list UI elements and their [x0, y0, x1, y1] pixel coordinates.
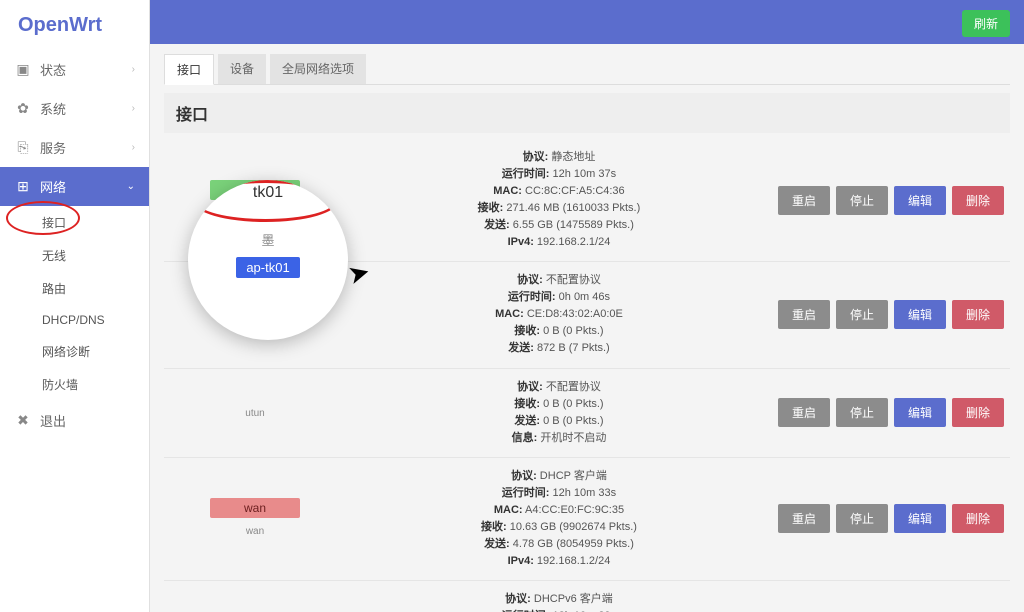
interface-actions: 重启停止编辑删除: [778, 300, 1004, 329]
interface-row: wan6wan协议: DHCPv6 客户端运行时间: 12h 10m 29sMA…: [164, 581, 1010, 612]
sidebar-sub-dhcp[interactable]: DHCP/DNS: [34, 305, 149, 335]
power-icon: ✖: [14, 412, 32, 429]
delete-button[interactable]: 删除: [952, 504, 1004, 533]
interface-actions: 重启停止编辑删除: [778, 186, 1004, 215]
tab-bar: 接口 设备 全局网络选项: [164, 54, 1010, 85]
restart-button[interactable]: 重启: [778, 186, 830, 215]
network-icon: ⊞: [14, 178, 32, 195]
sidebar-sub-firewall[interactable]: 防火墙: [34, 368, 149, 401]
sidebar-item-logout[interactable]: ✖ 退出: [0, 401, 149, 440]
stop-button[interactable]: 停止: [836, 186, 888, 215]
sidebar-item-system[interactable]: ✿ 系统 ›: [0, 89, 149, 128]
stop-button[interactable]: 停止: [836, 504, 888, 533]
chevron-right-icon: ›: [132, 64, 135, 75]
delete-button[interactable]: 删除: [952, 300, 1004, 329]
interface-stats: 协议: DHCPv6 客户端运行时间: 12h 10m 29sMAC: A4:C…: [340, 591, 778, 612]
chevron-right-icon: ›: [132, 103, 135, 114]
gear-icon: ✿: [14, 100, 32, 117]
brand-logo: OpenWrt: [0, 0, 149, 50]
sidebar-submenu-network: 接口 无线 路由 DHCP/DNS 网络诊断 防火墙: [0, 206, 149, 401]
sidebar-item-label: 状态: [40, 60, 66, 79]
restart-button[interactable]: 重启: [778, 398, 830, 427]
topbar: 刷新: [150, 0, 1024, 44]
sidebar-sub-diag[interactable]: 网络诊断: [34, 335, 149, 368]
stack-icon: ⎘: [14, 139, 32, 156]
chevron-right-icon: ›: [132, 142, 135, 153]
sidebar-item-label: 网络: [40, 177, 66, 196]
interface-stats: 协议: 不配置协议运行时间: 0h 0m 46sMAC: CE:D8:43:02…: [340, 272, 778, 357]
sidebar-item-services[interactable]: ⎘ 服务 ›: [0, 128, 149, 167]
interface-badge-col: utun: [170, 404, 340, 421]
interface-device: wan: [170, 525, 340, 539]
interface-actions: 重启停止编辑删除: [778, 504, 1004, 533]
interface-device: utun: [170, 407, 340, 421]
grid-icon: ▣: [14, 61, 32, 78]
interface-stats: 协议: 不配置协议接收: 0 B (0 Pkts.)发送: 0 B (0 Pkt…: [340, 379, 778, 447]
delete-button[interactable]: 删除: [952, 186, 1004, 215]
restart-button[interactable]: 重启: [778, 504, 830, 533]
interface-row: utun协议: 不配置协议接收: 0 B (0 Pkts.)发送: 0 B (0…: [164, 369, 1010, 458]
stop-button[interactable]: 停止: [836, 398, 888, 427]
edit-button[interactable]: 编辑: [894, 186, 946, 215]
interface-row: wanwan协议: DHCP 客户端运行时间: 12h 10m 33sMAC: …: [164, 458, 1010, 581]
refresh-button[interactable]: 刷新: [962, 10, 1010, 37]
tab-devices[interactable]: 设备: [218, 54, 266, 84]
mag-device-chip[interactable]: ap-tk01: [236, 257, 299, 278]
interface-badge: wan: [210, 498, 300, 518]
delete-button[interactable]: 删除: [952, 398, 1004, 427]
sidebar-item-status[interactable]: ▣ 状态 ›: [0, 50, 149, 89]
edit-button[interactable]: 编辑: [894, 300, 946, 329]
magnified-tk01: tk01 墨 ap-tk01: [188, 180, 348, 340]
sidebar-sub-interfaces[interactable]: 接口: [34, 206, 149, 239]
page-title: 接口: [164, 93, 1010, 133]
mag-device-glyph: 墨: [261, 230, 274, 249]
sidebar-sub-wireless[interactable]: 无线: [34, 239, 149, 272]
restart-button[interactable]: 重启: [778, 300, 830, 329]
sidebar: OpenWrt ▣ 状态 › ✿ 系统 › ⎘ 服务 › ⊞ 网络 ⌄ 接口 无…: [0, 0, 150, 612]
sidebar-item-label: 服务: [40, 138, 66, 157]
interface-stats: 协议: DHCP 客户端运行时间: 12h 10m 33sMAC: A4:CC:…: [340, 468, 778, 570]
interface-badge-col: wan wan: [170, 498, 340, 539]
edit-button[interactable]: 编辑: [894, 504, 946, 533]
interface-stats: 协议: 静态地址运行时间: 12h 10m 37sMAC: CC:8C:CF:A…: [340, 149, 778, 251]
highlight-ellipse: [193, 180, 338, 222]
chevron-down-icon: ⌄: [127, 181, 135, 192]
sidebar-item-label: 系统: [40, 99, 66, 118]
sidebar-item-network[interactable]: ⊞ 网络 ⌄: [0, 167, 149, 206]
tab-global[interactable]: 全局网络选项: [270, 54, 366, 84]
sidebar-sub-routes[interactable]: 路由: [34, 272, 149, 305]
stop-button[interactable]: 停止: [836, 300, 888, 329]
edit-button[interactable]: 编辑: [894, 398, 946, 427]
sidebar-item-label: 退出: [40, 411, 66, 430]
interface-actions: 重启停止编辑删除: [778, 398, 1004, 427]
tab-interfaces[interactable]: 接口: [164, 54, 214, 85]
